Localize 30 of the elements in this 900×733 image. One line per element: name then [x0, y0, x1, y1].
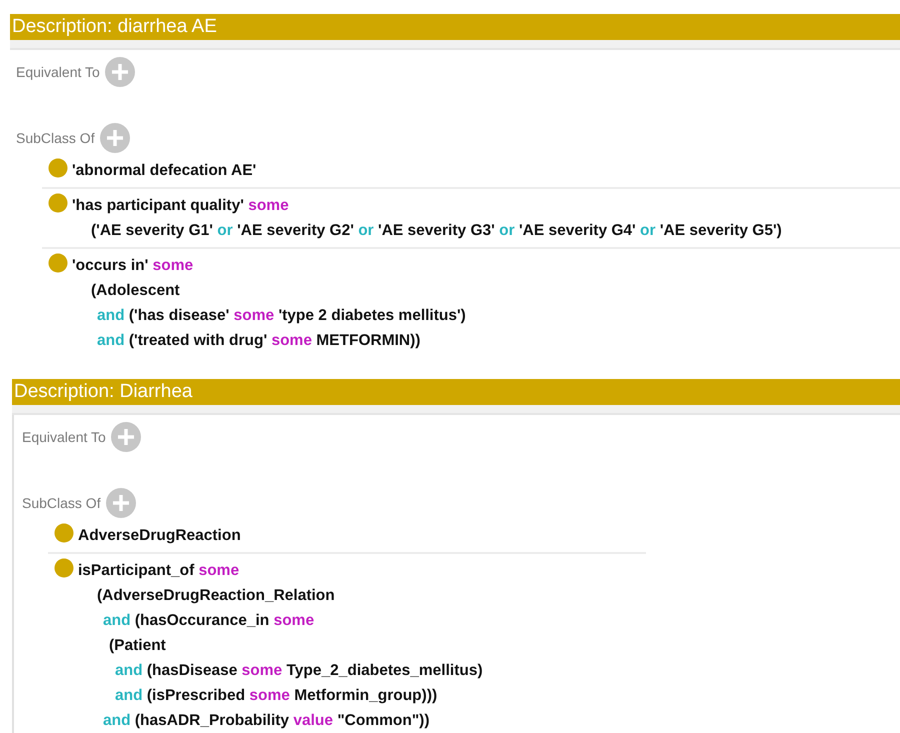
panel-title: Description: Diarrhea: [12, 379, 900, 405]
class-icon: [48, 158, 68, 178]
section-label: Equivalent To: [22, 429, 106, 445]
expression-line: 'has participant quality' some: [72, 196, 290, 216]
expression-line: and (hasOccurance_in some: [102, 611, 316, 631]
expression-line: (Patient: [108, 636, 167, 656]
add-icon[interactable]: [110, 422, 141, 452]
add-icon[interactable]: [100, 123, 130, 153]
class-icon: [54, 523, 74, 543]
panel-title: Description: diarrhea AE: [10, 14, 900, 40]
class-icon: [54, 558, 74, 578]
expression-line: (AdverseDrugReaction_Relation: [96, 586, 336, 606]
expression-line: and ('treated with drug' some METFORMIN)): [96, 331, 422, 351]
class-icon: [48, 253, 68, 273]
add-icon[interactable]: [106, 488, 136, 518]
expression-line: and ('has disease' some 'type 2 diabetes mellitus'): [96, 306, 466, 326]
class-icon: [48, 193, 68, 213]
section-label: SubClass Of: [22, 495, 101, 511]
expression-line: isParticipant_of some: [78, 561, 240, 581]
expression-line: and (hasDisease some Type_2_diabetes_mellitus): [114, 661, 483, 681]
expression-line: and (hasADR_Probability value "Common")): [102, 711, 430, 731]
expression-line: 'abnormal defecation AE': [72, 161, 256, 181]
expression-line: and (isPrescribed some Metformin_group))): [114, 686, 438, 706]
expression-line: ('AE severity G1' or 'AE severity G2' or 'AE severity G3' or 'AE severity G4' or 'AE severity G5'): [90, 221, 782, 241]
section-label: Equivalent To: [16, 64, 100, 80]
add-icon[interactable]: [104, 57, 135, 87]
expression-line: 'occurs in' some: [72, 256, 194, 276]
expression-line: (Adolescent: [90, 281, 181, 301]
section-label: SubClass Of: [16, 130, 95, 146]
expression-line: AdverseDrugReaction: [78, 526, 241, 546]
